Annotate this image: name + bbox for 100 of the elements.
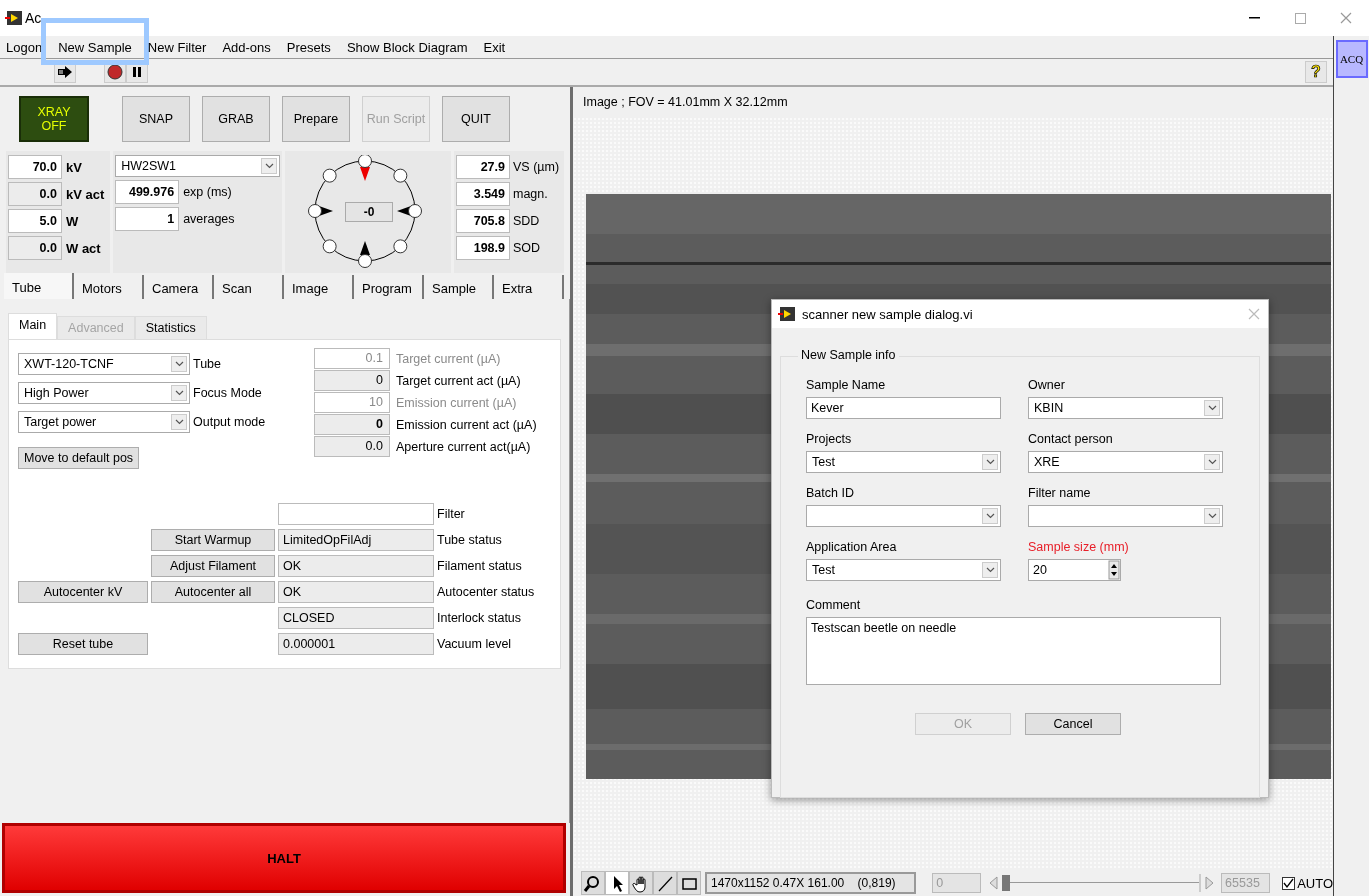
- unit-label: W act: [66, 240, 101, 256]
- spinner-icon[interactable]: [1108, 560, 1120, 580]
- unit-label: exp (ms): [183, 185, 232, 199]
- value-field: 0: [314, 370, 390, 391]
- halt-button[interactable]: HALT: [2, 823, 566, 893]
- field-label: Tube: [193, 357, 222, 371]
- value-field[interactable]: 705.8: [456, 209, 510, 233]
- value-field: 10: [314, 392, 390, 413]
- menu-item[interactable]: Presets: [286, 39, 331, 55]
- value-field: 0.0: [8, 182, 62, 206]
- field-label: Focus Mode: [193, 386, 262, 400]
- text-field[interactable]: Kever: [806, 397, 1001, 419]
- group-title: New Sample info: [798, 348, 899, 362]
- action-button[interactable]: QUIT: [442, 96, 510, 142]
- value-field: 0.1: [314, 348, 390, 369]
- command-button[interactable]: Start Warmup: [151, 529, 275, 551]
- setting-dropdown[interactable]: Target power: [18, 411, 190, 433]
- command-button[interactable]: Autocenter all: [151, 581, 275, 603]
- menu-item[interactable]: Logon: [6, 39, 43, 55]
- field-label: Owner: [1028, 378, 1066, 392]
- field-label: Target current (µA): [396, 351, 501, 366]
- action-button[interactable]: Prepare: [282, 96, 350, 142]
- field-label: Emission current (µA): [396, 395, 517, 410]
- value-field[interactable]: 5.0: [8, 209, 62, 233]
- field-label: Vacuum level: [437, 637, 513, 651]
- value-field[interactable]: 70.0: [8, 155, 62, 179]
- xray-button[interactable]: XRAY OFF: [19, 96, 89, 142]
- field-label: Application Area: [806, 540, 898, 554]
- field-label: Output mode: [193, 415, 266, 429]
- setting-dropdown[interactable]: High Power: [18, 382, 190, 404]
- value-field[interactable]: 198.9: [456, 236, 510, 260]
- auto-checkbox[interactable]: [1282, 876, 1296, 890]
- field-label: Sample size (mm): [1028, 540, 1130, 554]
- unit-label: averages: [183, 212, 235, 226]
- zoom-tool-icon[interactable]: [581, 871, 605, 895]
- status-field: OK: [278, 555, 434, 577]
- field-label: Contact person: [1028, 432, 1114, 446]
- slider-thumb[interactable]: [1001, 875, 1010, 891]
- line-tool-icon[interactable]: [653, 871, 677, 895]
- value-field[interactable]: 27.9: [456, 155, 510, 179]
- action-button[interactable]: GRAB: [202, 96, 270, 142]
- number-field[interactable]: 20: [1028, 559, 1121, 581]
- field-label: Filament status: [437, 559, 523, 573]
- unit-label: kV: [66, 159, 82, 175]
- tab[interactable]: Tube: [4, 273, 74, 299]
- field-label: Tube status: [437, 533, 503, 547]
- tab[interactable]: Main: [8, 313, 58, 339]
- menu-item[interactable]: Show Block Diagram: [346, 39, 468, 55]
- value-field[interactable]: 3.549: [456, 182, 510, 206]
- menu-item[interactable]: New Sample: [41, 17, 149, 65]
- unit-label: SDD: [513, 214, 540, 228]
- value-field[interactable]: 499.976: [115, 180, 180, 204]
- input-field[interactable]: [278, 503, 434, 525]
- field-label: Emission current act (µA): [396, 417, 537, 432]
- tab[interactable]: Statistics: [134, 316, 207, 339]
- value-field: 0: [314, 414, 390, 435]
- app-icon: [5, 10, 23, 26]
- acq-button[interactable]: ACQ: [1335, 40, 1368, 78]
- image-title: Image ; FOV = 41.01mm X 32.12mm: [582, 94, 789, 111]
- app-icon: [778, 306, 796, 322]
- dropdown-field[interactable]: XRE: [1028, 451, 1223, 473]
- window-title: Ac: [25, 10, 42, 26]
- field-label: Interlock status: [437, 611, 523, 625]
- unit-label: W: [66, 213, 79, 229]
- value-field: 0.0: [314, 436, 390, 457]
- dropdown-field[interactable]: KBIN: [1028, 397, 1223, 419]
- field-label: Projects: [806, 432, 853, 446]
- action-button[interactable]: SNAP: [122, 96, 190, 142]
- field-label: Target current act (µA): [396, 373, 521, 388]
- menu-item[interactable]: New Filter: [147, 39, 207, 55]
- image-info-field: 1470x1152 0.47X 161.00 (0,819): [705, 872, 917, 894]
- field-label: Autocenter status: [437, 585, 536, 599]
- dialog-title: scanner new sample dialog.vi: [802, 306, 973, 322]
- camera-dropdown[interactable]: HW2SW1: [115, 155, 281, 177]
- pointer-tool-icon[interactable]: [605, 871, 629, 895]
- menu-item[interactable]: Add-ons: [222, 39, 271, 55]
- field-label: Batch ID: [806, 486, 855, 500]
- command-button[interactable]: Adjust Filament: [151, 555, 275, 577]
- setting-dropdown[interactable]: XWT-120-TCNF: [18, 353, 190, 375]
- comment-field[interactable]: Testscan beetle on needle: [806, 617, 1221, 685]
- dialog-button[interactable]: Cancel: [1025, 713, 1121, 735]
- value-field[interactable]: 1: [115, 207, 180, 231]
- command-button[interactable]: Autocenter kV: [18, 581, 148, 603]
- unit-label: VS (µm): [513, 160, 560, 174]
- rect-tool-icon[interactable]: [677, 871, 701, 895]
- rotation-field: -0: [345, 202, 394, 222]
- field-label: Comment: [806, 598, 862, 612]
- dropdown-field[interactable]: [1028, 505, 1223, 527]
- dropdown-field[interactable]: Test: [806, 451, 1001, 473]
- status-field: 0.000001: [278, 633, 434, 655]
- command-button[interactable]: Reset tube: [18, 633, 148, 655]
- pan-tool-icon[interactable]: [629, 871, 653, 895]
- default-pos-button[interactable]: Move to default pos: [18, 447, 140, 469]
- menu-item[interactable]: Exit: [483, 39, 506, 55]
- field-label: Aperture current act(µA): [396, 439, 531, 454]
- field-label: Filter name: [1028, 486, 1092, 500]
- field-label: Filter: [437, 507, 466, 521]
- dropdown-field[interactable]: Test: [806, 559, 1001, 581]
- status-field: LimitedOpFilAdj: [278, 529, 434, 551]
- dropdown-field[interactable]: [806, 505, 1001, 527]
